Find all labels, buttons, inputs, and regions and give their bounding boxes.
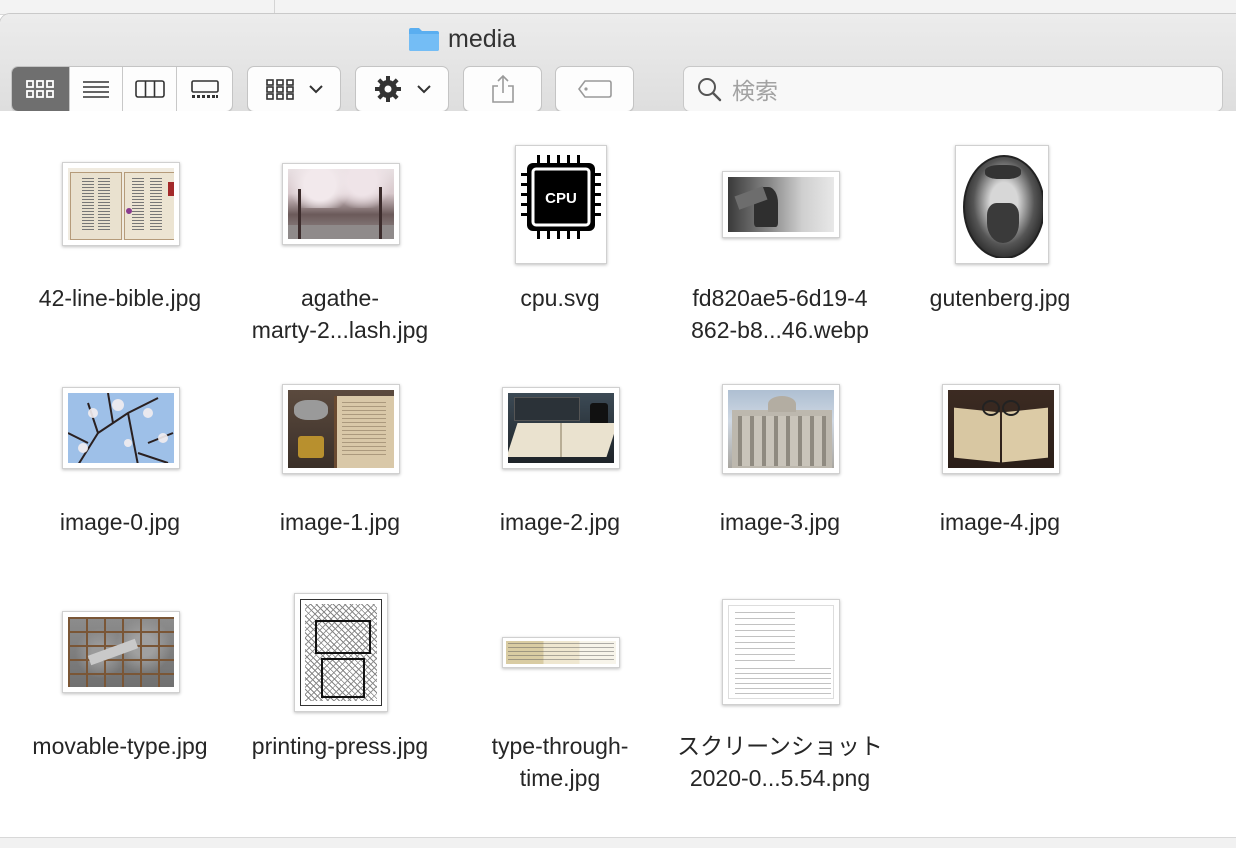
chevron-down-icon — [309, 85, 323, 94]
file-name: gutenberg.jpg — [929, 285, 1071, 311]
file-name: 42-line-bible.jpg — [38, 285, 202, 311]
status-bar — [0, 837, 1236, 848]
tag-button[interactable] — [555, 66, 634, 112]
columns-icon — [135, 80, 165, 98]
file-name: movable-type.jpg — [32, 733, 208, 759]
file-name: image-0.jpg — [59, 509, 181, 535]
file-thumbnail — [62, 162, 180, 246]
file-thumbnail — [282, 384, 400, 474]
file-name: printing-press.jpg — [251, 733, 429, 759]
action-button[interactable] — [355, 66, 449, 112]
file-name: agathe- marty-2...lash.jpg — [251, 285, 429, 343]
file-name: image-3.jpg — [719, 509, 841, 535]
file-thumbnail — [722, 384, 840, 474]
column-view-button[interactable] — [123, 67, 178, 111]
file-thumbnail — [282, 163, 400, 245]
file-name: type-through- time.jpg — [491, 733, 629, 791]
search-placeholder: 検索 — [732, 78, 778, 104]
file-name: image-2.jpg — [499, 509, 621, 535]
file-thumbnail — [502, 637, 620, 668]
cpu-icon: CPU — [521, 155, 601, 239]
list-view-button[interactable] — [70, 67, 124, 111]
file-thumbnail: CPU — [515, 145, 607, 264]
file-grid: 42-line-bible.jpg agathe- marty-2...lash… — [0, 111, 1236, 834]
list-icon — [83, 81, 110, 98]
file-name: fd820ae5-6d19-4 862-b8...46.webp — [691, 285, 869, 343]
gallery-icon — [190, 80, 219, 98]
file-thumbnail — [502, 387, 620, 469]
share-icon — [491, 74, 514, 103]
file-thumbnail — [942, 384, 1060, 474]
search-field[interactable]: 検索 — [683, 66, 1223, 112]
icon-view-button[interactable] — [12, 67, 70, 111]
cpu-thumb-text: CPU — [545, 190, 577, 207]
icon-grid-icon — [26, 80, 55, 98]
file-name: スクリーンショット 2020-0...5.54.png — [677, 733, 883, 791]
file-name: cpu.svg — [520, 285, 600, 311]
file-thumbnail — [62, 611, 180, 693]
folder-icon — [408, 26, 440, 52]
search-icon — [698, 78, 722, 102]
background-window-strip — [0, 0, 1236, 15]
file-thumbnail — [62, 387, 180, 469]
window-title-text: media — [448, 24, 517, 53]
file-thumbnail — [955, 145, 1049, 264]
group-by-button[interactable] — [247, 66, 341, 112]
file-thumbnail — [722, 599, 840, 705]
group-icon — [266, 79, 294, 100]
gallery-view-button[interactable] — [177, 67, 232, 111]
file-thumbnail — [294, 593, 388, 712]
file-thumbnail — [722, 171, 840, 238]
tag-icon — [577, 80, 612, 98]
chevron-down-icon — [417, 85, 431, 94]
view-mode-control — [11, 66, 233, 112]
gear-icon — [375, 76, 401, 102]
file-name: image-1.jpg — [279, 509, 401, 535]
toolbar: media 検索 — [0, 14, 1236, 125]
window-title: media — [408, 24, 516, 54]
file-name: image-4.jpg — [939, 509, 1061, 535]
share-button[interactable] — [463, 66, 542, 112]
